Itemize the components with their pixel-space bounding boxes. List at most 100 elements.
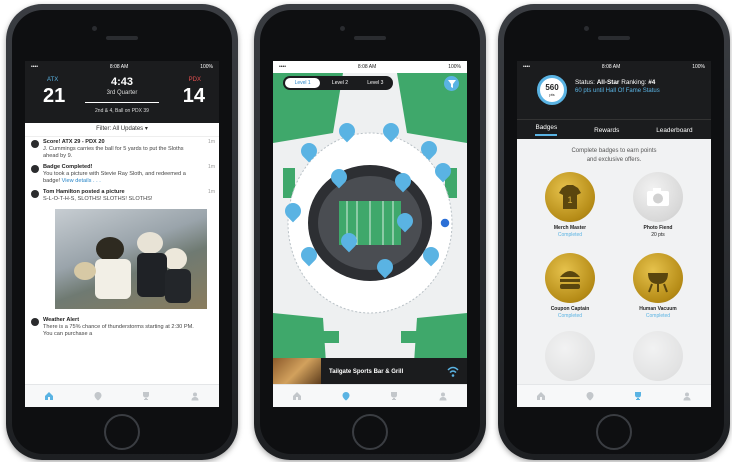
tab-badges[interactable] (629, 387, 647, 405)
tab-home[interactable] (40, 387, 58, 405)
feed-time: 1m (208, 189, 215, 195)
jersey-icon: 1 (559, 185, 581, 209)
profile-icon (683, 392, 691, 401)
badge-name: Photo Fiend (643, 225, 673, 231)
posted-photo[interactable] (55, 209, 207, 309)
away-score: 14 (182, 85, 205, 107)
feed-title: Badge Completed! (43, 164, 93, 170)
human-vacuum-badge[interactable] (633, 253, 683, 303)
profile-icon (439, 392, 447, 401)
camera (92, 26, 97, 31)
badge-status: 20 pts (651, 232, 665, 238)
home-score: 21 (43, 85, 66, 107)
home-icon (537, 392, 546, 400)
hall-of-fame-progress: 60 pts until Hall Of Fame Status (575, 88, 660, 94)
tab-leaderboard[interactable]: Leaderboard (656, 127, 692, 134)
camera (584, 26, 589, 31)
feed-body: J. Cummings carries the ball for 5 yards… (43, 146, 184, 159)
badges-panel: Complete badges to earn points and exclu… (517, 139, 711, 385)
feed-time: 1m (208, 164, 215, 170)
tab-profile[interactable] (186, 387, 204, 405)
tab-profile[interactable] (434, 387, 452, 405)
ranking-label: Ranking: (621, 79, 647, 86)
map-pin-icon (342, 392, 350, 401)
locked-badge[interactable] (633, 331, 683, 381)
status-value: All-Star (596, 79, 620, 86)
feed-item[interactable]: Weather Alert There is a 75% chance of t… (25, 315, 219, 340)
camera (340, 26, 345, 31)
down-and-distance: 2nd & 4, Ball on PDX 39 (95, 108, 149, 114)
tab-map[interactable] (581, 387, 599, 405)
tab-badges[interactable] (385, 387, 403, 405)
feed-time: 1m (208, 139, 215, 145)
feed-item[interactable]: Score! ATX 29 - PDX 20 J. Cummings carri… (25, 137, 219, 162)
status-bar: •••• 8:08 AM 100% (517, 61, 711, 73)
game-feed-screen: •••• 8:08 AM 100% ATX 21 PDX 14 4:43 3rd… (25, 61, 219, 407)
football-icon (31, 140, 39, 148)
carrier: •••• (279, 64, 287, 70)
stadium-map-screen: •••• 8:08 AM 100% Level 1 Level 2 Level … (273, 61, 467, 407)
filter-dropdown[interactable]: Filter: All Updates ▾ (25, 123, 219, 137)
trophy-icon (143, 392, 150, 400)
tab-badges-sub[interactable]: Badges (535, 124, 558, 136)
status-time: 8:08 AM (357, 64, 377, 70)
carrier: •••• (523, 64, 531, 70)
status-bar: •••• 8:08 AM 100% (273, 61, 467, 73)
feed-title: Weather Alert (43, 317, 80, 323)
level-3-tab[interactable]: Level 3 (358, 80, 393, 86)
battery: 100% (200, 64, 213, 70)
trophy-icon (635, 392, 642, 400)
status-label: Status: (575, 79, 595, 86)
level-2-tab[interactable]: Level 2 (322, 80, 357, 86)
tab-profile[interactable] (678, 387, 696, 405)
wifi-icon[interactable] (447, 366, 459, 378)
ranking-value: #4 (648, 79, 656, 86)
points-unit: pts (549, 92, 555, 97)
badge-status: Completed (557, 232, 583, 238)
badge-status: Completed (557, 313, 583, 319)
stadium-map[interactable] (273, 73, 467, 393)
speaker (354, 36, 386, 40)
tab-home[interactable] (288, 387, 306, 405)
camera-icon (647, 188, 669, 206)
tab-map[interactable] (337, 387, 355, 405)
feed-item[interactable]: Tom Hamilton posted a picture S-L-O-T-H-… (25, 187, 219, 205)
badge-status: Completed (645, 313, 671, 319)
points-ring: 560 pts (537, 75, 567, 105)
feed-item[interactable]: Badge Completed! You took a picture with… (25, 162, 219, 187)
photo-fiend-badge[interactable] (633, 172, 683, 222)
subtabs: Badges Rewards Leaderboard (517, 119, 711, 140)
weather-icon (31, 318, 39, 326)
battery: 100% (448, 64, 461, 70)
home-button[interactable] (352, 414, 388, 450)
selected-place-bar[interactable]: Tailgate Sports Bar & Grill (273, 358, 467, 385)
badges-screen: •••• 8:08 AM 100% 560 pts Status: All-St… (517, 61, 711, 407)
badge-name: Coupon Captain (550, 306, 590, 312)
filter-button[interactable] (444, 76, 459, 91)
view-details-link[interactable]: View details . . . (62, 178, 101, 184)
phone-3: •••• 8:08 AM 100% 560 pts Status: All-St… (498, 4, 730, 460)
tab-bar (517, 384, 711, 407)
merch-master-badge[interactable]: 1 (545, 172, 595, 222)
tab-map[interactable] (89, 387, 107, 405)
coupon-captain-badge[interactable] (545, 253, 595, 303)
tab-home[interactable] (532, 387, 550, 405)
locked-badge[interactable] (545, 331, 595, 381)
points-value: 560 (545, 83, 559, 92)
home-button[interactable] (596, 414, 632, 450)
level-1-tab[interactable]: Level 1 (285, 78, 321, 88)
badges-intro: Complete badges to earn points and exclu… (571, 148, 657, 163)
svg-text:1: 1 (567, 195, 572, 205)
camera-icon (31, 190, 39, 198)
feed-body: S-L-O-T-H-S, SLOTHS! SLOTHS! SLOTHS! (43, 196, 153, 202)
tab-rewards[interactable]: Rewards (594, 127, 619, 134)
phone-1: •••• 8:08 AM 100% ATX 21 PDX 14 4:43 3rd… (6, 4, 238, 460)
badge-name: Merch Master (553, 225, 587, 231)
tab-badges[interactable] (137, 387, 155, 405)
game-clock: 4:43 (110, 76, 134, 88)
place-name: Tailgate Sports Bar & Grill (329, 368, 404, 375)
home-button[interactable] (104, 414, 140, 450)
football-players-image (74, 232, 191, 303)
map-pin-icon (94, 392, 102, 401)
funnel-icon (447, 79, 456, 88)
